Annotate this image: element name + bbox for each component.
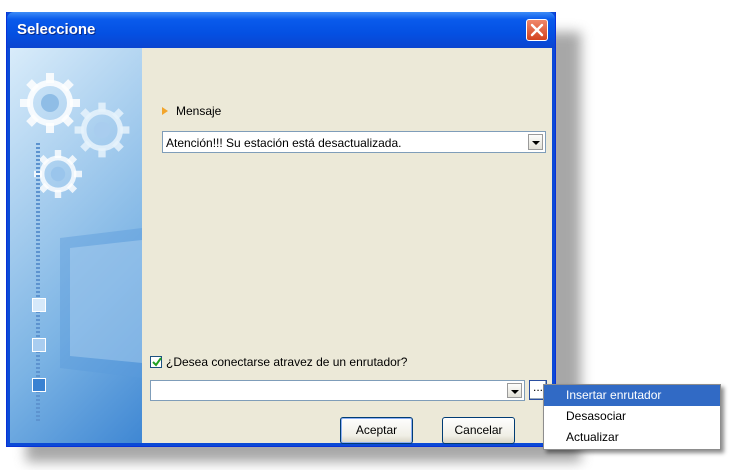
menu-item-insert-router[interactable]: Insertar enrutador [544, 385, 720, 406]
accept-button[interactable]: Aceptar [340, 417, 413, 444]
dialog-content: Mensaje Atención!!! Su estación está des… [142, 48, 552, 444]
message-combobox[interactable]: Atención!!! Su estación está desactualiz… [162, 131, 546, 153]
router-checkbox-label: ¿Desea conectarse atravez de un enrutado… [166, 355, 408, 369]
dialog-window: Seleccione Mensaje Atención!!! Su estaci… [6, 12, 556, 447]
arrow-icon [162, 107, 168, 115]
router-checkbox[interactable] [150, 356, 162, 368]
cancel-button[interactable]: Cancelar [442, 417, 515, 444]
menu-item-unlink[interactable]: Desasociar [544, 406, 720, 427]
decorative-square [32, 338, 46, 352]
menu-item-refresh[interactable]: Actualizar [544, 427, 720, 448]
chevron-down-icon[interactable] [507, 383, 522, 398]
window-title: Seleccione [17, 21, 96, 38]
router-combobox[interactable] [150, 380, 525, 401]
message-label: Mensaje [176, 104, 222, 118]
message-label-row: Mensaje [162, 104, 221, 118]
chevron-down-icon[interactable] [528, 134, 543, 150]
monitor-icon [60, 228, 142, 378]
decorative-square [32, 378, 46, 392]
close-button[interactable] [526, 19, 548, 41]
context-menu: Insertar enrutador Desasociar Actualizar [543, 384, 721, 450]
dialog-client-area: Mensaje Atención!!! Su estación está des… [10, 48, 552, 444]
title-bar[interactable]: Seleccione [7, 12, 555, 48]
message-combobox-value: Atención!!! Su estación está desactualiz… [166, 136, 402, 150]
side-banner-image [10, 48, 142, 443]
close-icon [530, 23, 544, 37]
decorative-square [32, 298, 46, 312]
check-icon [152, 357, 162, 367]
router-check-row: ¿Desea conectarse atravez de un enrutado… [150, 355, 407, 369]
